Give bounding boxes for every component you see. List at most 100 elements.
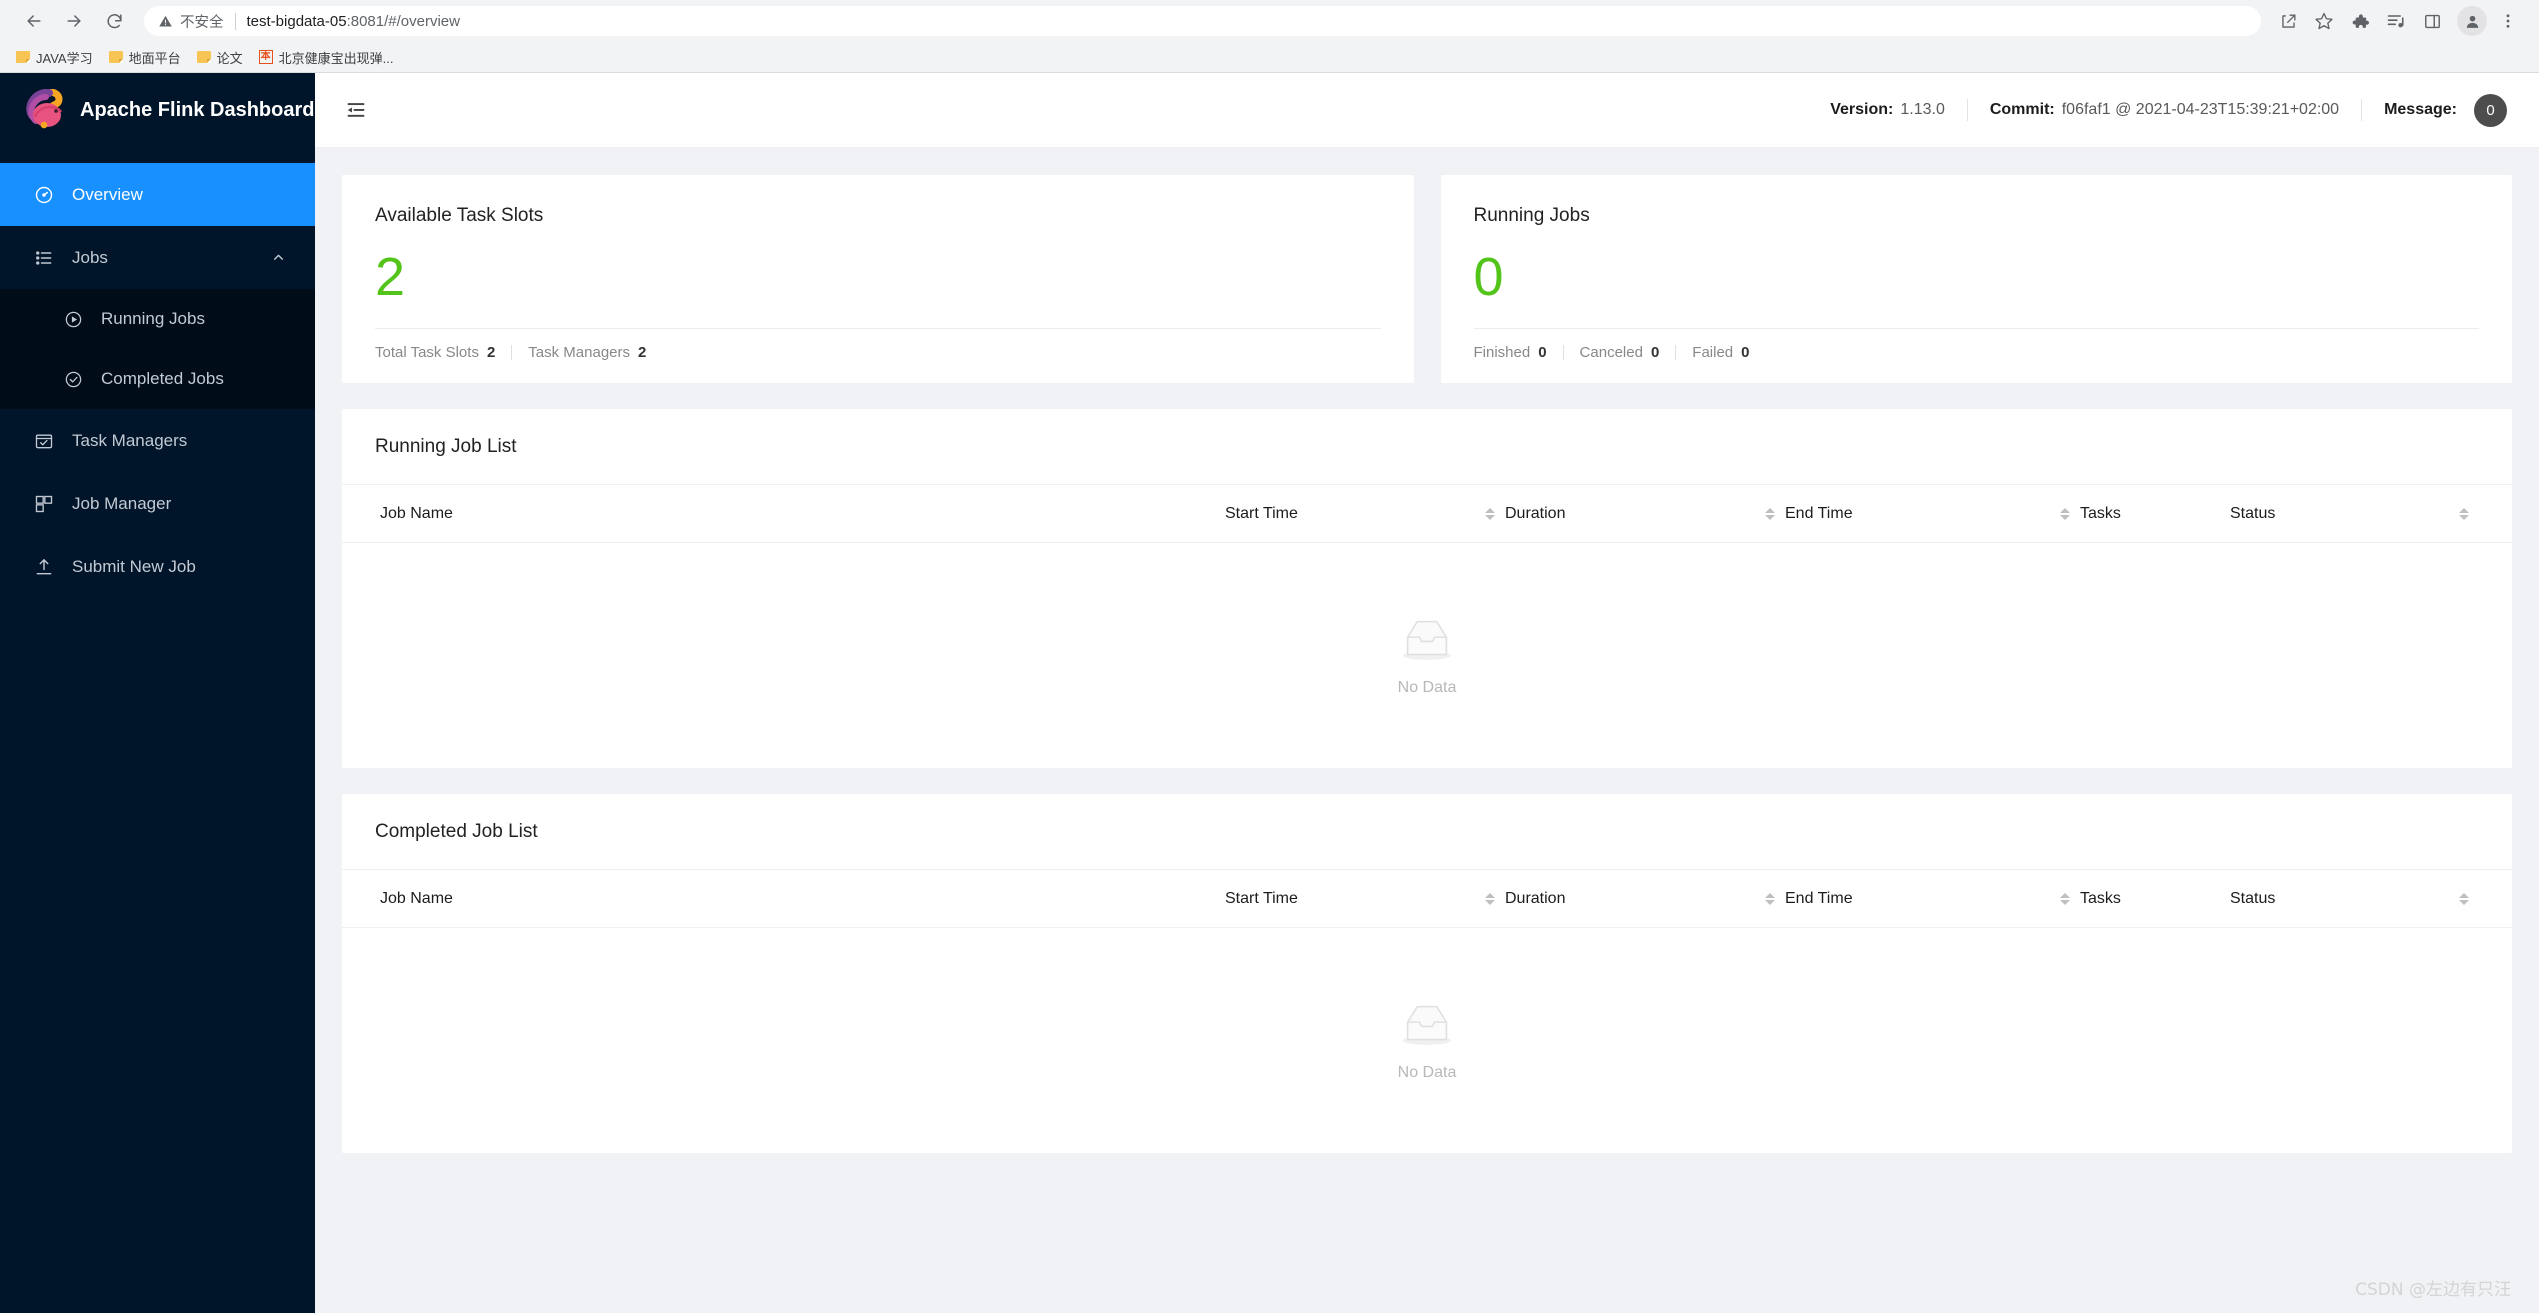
column-header-label: Status	[2230, 889, 2276, 907]
column-header-status[interactable]: Status	[2230, 890, 2479, 908]
footer-stat-value: 0	[1741, 344, 1750, 361]
side-panel-icon[interactable]	[2415, 4, 2449, 38]
menu-fold-icon[interactable]	[342, 96, 370, 124]
more-vertical-icon[interactable]	[2491, 4, 2525, 38]
sort-icon[interactable]	[2060, 507, 2070, 520]
footer-stat: Finished 0	[1474, 344, 1547, 361]
browser-toolbar-actions	[2271, 4, 2525, 38]
extensions-puzzle-icon[interactable]	[2343, 4, 2377, 38]
bookmark-star-icon[interactable]	[2307, 4, 2341, 38]
sidebar-item-task-managers[interactable]: Task Managers	[0, 409, 315, 472]
sidebar-item-label: Overview	[72, 184, 143, 204]
empty-inbox-icon	[1396, 1000, 1458, 1055]
table-header-row: Job Name Start Time Duration End Time Ta…	[342, 870, 2512, 928]
sort-icon[interactable]	[2060, 892, 2070, 905]
footer-stat-label: Canceled	[1579, 344, 1643, 361]
sidebar-item-overview[interactable]: Overview	[0, 163, 315, 226]
footer-stat-label: Failed	[1692, 344, 1734, 361]
footer-divider	[1562, 345, 1564, 360]
play-circle-icon	[62, 308, 84, 330]
app-topbar: Version: 1.13.0 Commit: f06faf1 @ 2021-0…	[315, 73, 2539, 148]
column-header-label: Tasks	[2080, 889, 2121, 907]
column-header-tasks[interactable]: Tasks	[2080, 505, 2230, 523]
chevron-up-icon[interactable]	[271, 251, 285, 265]
section-title: Completed Job List	[342, 794, 2512, 870]
sidebar-item-completed-jobs[interactable]: Completed Jobs	[0, 349, 315, 409]
column-header-start-time[interactable]: Start Time	[1225, 890, 1505, 908]
share-icon[interactable]	[2271, 4, 2305, 38]
bookmark-label: JAVA学习	[36, 50, 93, 66]
url-host: test-bigdata-05	[246, 12, 347, 30]
column-header-start-time[interactable]: Start Time	[1225, 505, 1505, 523]
sort-icon[interactable]	[2459, 507, 2469, 520]
column-header-end-time[interactable]: End Time	[1785, 890, 2080, 908]
column-header-tasks[interactable]: Tasks	[2080, 890, 2230, 908]
completed-job-table: Job Name Start Time Duration End Time Ta…	[342, 870, 2512, 1153]
back-button[interactable]	[14, 1, 54, 41]
column-header-end-time[interactable]: End Time	[1785, 505, 2080, 523]
message-info[interactable]: Message:	[2384, 101, 2457, 119]
bookmark-label: 地面平台	[128, 50, 181, 66]
meta-divider	[1966, 99, 1968, 121]
column-header-label: End Time	[1785, 889, 1853, 907]
sort-icon[interactable]	[1765, 507, 1775, 520]
version-value: 1.13.0	[1900, 101, 1945, 118]
site-favicon-ben-icon: 本	[258, 50, 273, 64]
profile-avatar-icon[interactable]	[2457, 6, 2487, 36]
sidebar-item-job-manager[interactable]: Job Manager	[0, 472, 315, 535]
bookmark-item[interactable]: JAVA学习	[8, 45, 101, 70]
card-title: Available Task Slots	[375, 205, 544, 226]
column-header-label: Status	[2230, 504, 2276, 522]
column-header-job-name[interactable]: Job Name	[380, 890, 1225, 908]
message-count-badge[interactable]: 0	[2474, 93, 2507, 127]
sort-icon[interactable]	[2459, 892, 2469, 905]
sidebar-item-jobs[interactable]: Jobs	[0, 226, 315, 289]
sidebar-nav: Overview Jobs Running Jobs Completed Job…	[0, 163, 315, 598]
card-value: 2	[375, 247, 406, 307]
forward-button[interactable]	[54, 1, 94, 41]
brand-header: Apache Flink Dashboard	[0, 73, 315, 148]
brand-title: Apache Flink Dashboard	[80, 99, 315, 121]
sidebar-item-label: Job Manager	[72, 493, 172, 513]
bookmarks-bar: JAVA学习 地面平台 论文 本 北京健康宝出现弹...	[0, 42, 2539, 72]
footer-stat: Total Task Slots 2	[375, 344, 495, 361]
column-header-label: Duration	[1505, 889, 1566, 907]
omnibox-divider	[234, 12, 236, 30]
media-playlist-icon[interactable]	[2379, 4, 2413, 38]
sidebar-item-label: Jobs	[72, 247, 108, 267]
footer-stat: Canceled 0	[1580, 344, 1660, 361]
reload-button[interactable]	[94, 1, 134, 41]
column-header-duration[interactable]: Duration	[1505, 890, 1785, 908]
security-status-label: 不安全	[180, 14, 224, 31]
footer-stat-value: 2	[486, 344, 496, 361]
footer-stat: Task Managers 2	[528, 344, 646, 361]
running-jobs-card: Running Jobs 0 Finished 0 Canceled 0 Fai…	[1440, 175, 2512, 383]
column-header-label: Start Time	[1225, 889, 1298, 907]
sidebar-submenu-jobs: Running Jobs Completed Jobs	[0, 289, 315, 409]
bookmark-item[interactable]: 论文	[189, 45, 251, 70]
footer-stat-value: 0	[1650, 344, 1660, 361]
sidebar-item-running-jobs[interactable]: Running Jobs	[0, 289, 315, 349]
check-circle-icon	[62, 368, 84, 390]
message-label: Message:	[2384, 101, 2457, 118]
bookmark-item[interactable]: 地面平台	[101, 45, 189, 70]
sort-icon[interactable]	[1765, 892, 1775, 905]
column-header-job-name[interactable]: Job Name	[380, 505, 1225, 523]
folder-icon	[16, 51, 30, 63]
bookmark-label: 北京健康宝出现弹...	[278, 50, 394, 66]
empty-state-label: No Data	[1397, 678, 1457, 696]
sidebar-item-label: Task Managers	[72, 430, 188, 450]
sidebar-item-submit-new-job[interactable]: Submit New Job	[0, 535, 315, 598]
footer-stat-label: Finished	[1473, 344, 1531, 361]
column-header-status[interactable]: Status	[2230, 505, 2479, 523]
watermark: CSDN @左边有只汪	[2355, 1280, 2511, 1300]
main-content: Version: 1.13.0 Commit: f06faf1 @ 2021-0…	[315, 73, 2539, 1313]
job-manager-icon	[33, 493, 55, 515]
address-bar[interactable]: 不安全 test-bigdata-05:8081/#/overview	[144, 6, 2261, 36]
column-header-duration[interactable]: Duration	[1505, 505, 1785, 523]
bookmark-item[interactable]: 本 北京健康宝出现弹...	[251, 45, 402, 70]
sort-icon[interactable]	[1485, 507, 1495, 520]
sort-icon[interactable]	[1485, 892, 1495, 905]
commit-value: f06faf1 @ 2021-04-23T15:39:21+02:00	[2061, 101, 2340, 118]
column-header-label: Start Time	[1225, 504, 1298, 522]
